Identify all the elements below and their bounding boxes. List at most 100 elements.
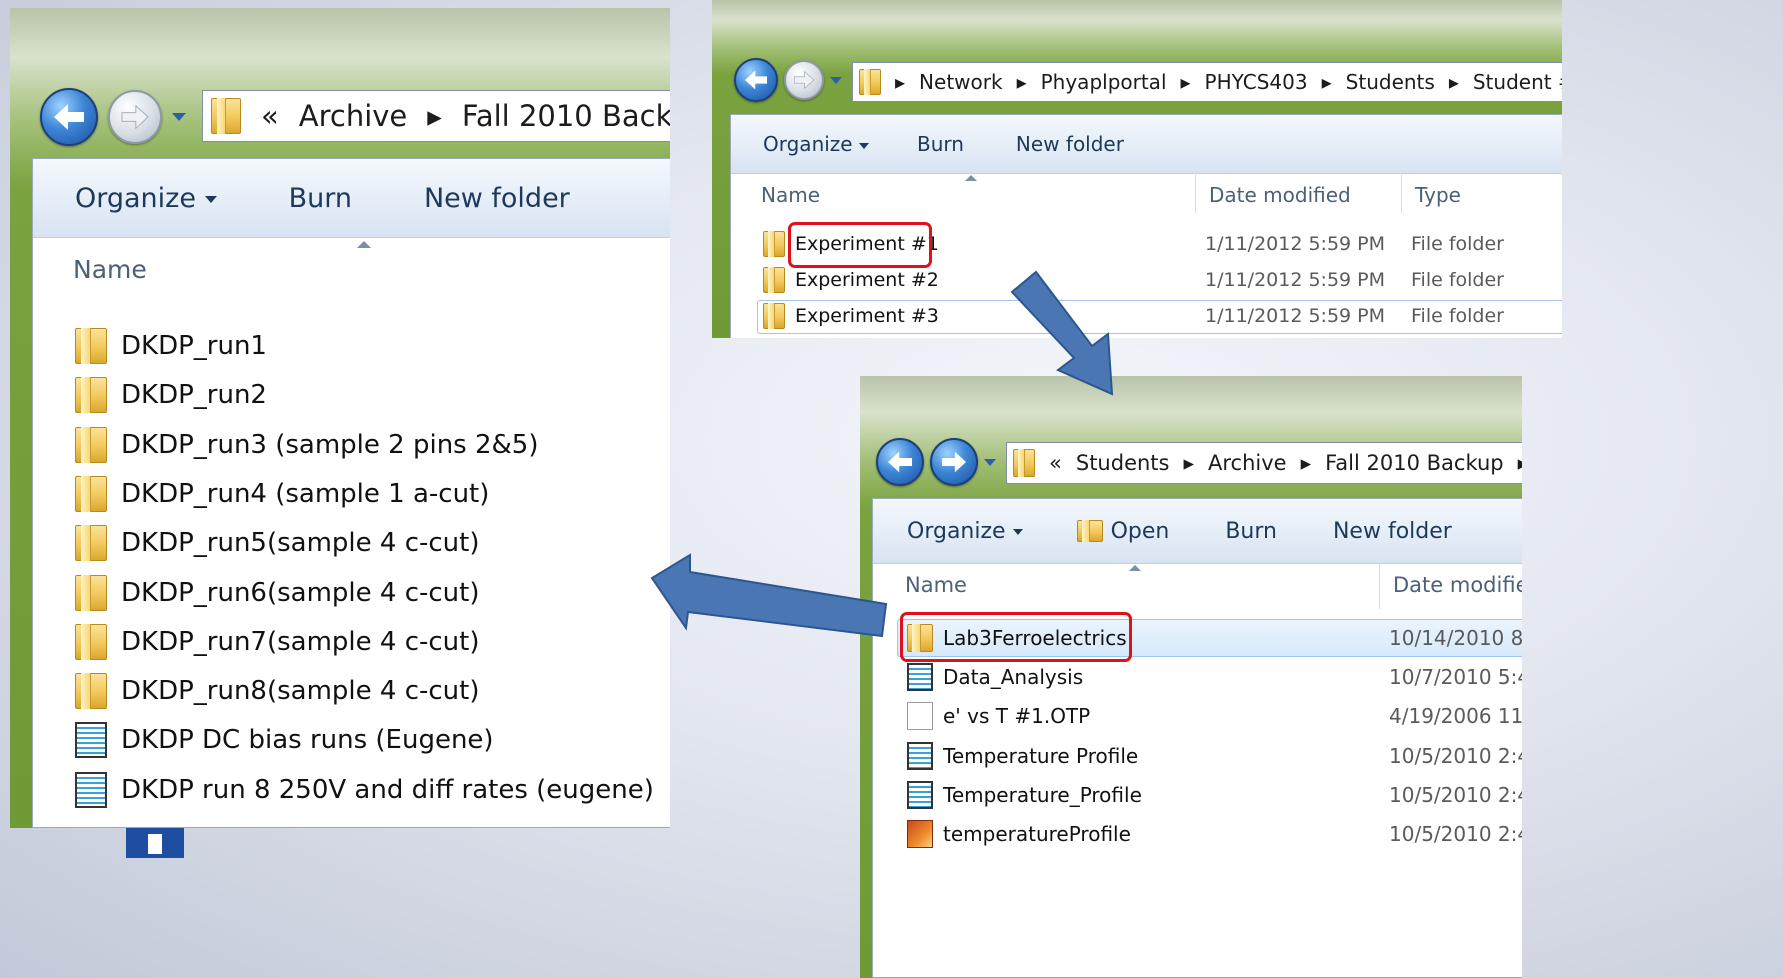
new-folder-button[interactable]: New folder bbox=[1333, 519, 1452, 544]
breadcrumb-fall-2010-backup[interactable]: Fall 2010 Backup bbox=[462, 99, 670, 133]
burn-button[interactable]: Burn bbox=[917, 132, 964, 156]
breadcrumb-students[interactable]: Students bbox=[1346, 70, 1435, 94]
list-item[interactable]: DKDP_run1 bbox=[33, 324, 670, 368]
list-item[interactable]: temperatureProfile 10/5/2010 2:4 bbox=[873, 815, 1522, 853]
address-bar[interactable]: « Students ▸ Archive ▸ Fall 2010 Backup … bbox=[1006, 442, 1522, 484]
list-item[interactable]: DKDP run 8 250V and diff rates (eugene) bbox=[33, 768, 670, 812]
data-file-icon bbox=[75, 722, 107, 759]
data-file-icon bbox=[907, 663, 933, 692]
breadcrumb-phycs403[interactable]: PHYCS403 bbox=[1205, 70, 1308, 94]
list-item[interactable]: Experiment #3 1/11/2012 5:59 PM File folde… bbox=[731, 299, 1562, 333]
item-name: Experiment #2 bbox=[795, 269, 939, 291]
item-type: File folder bbox=[1411, 233, 1504, 255]
folder-icon bbox=[763, 231, 785, 257]
list-item[interactable]: Temperature_Profile 10/5/2010 2:4 bbox=[873, 776, 1522, 814]
breadcrumb-overflow[interactable]: « bbox=[1049, 451, 1062, 475]
list-item[interactable]: DKDP_run8(sample 4 c-cut) bbox=[33, 669, 670, 713]
breadcrumb-separator-icon[interactable]: ▸ bbox=[427, 99, 442, 133]
breadcrumb-fall-2010-backup[interactable]: Fall 2010 Backup bbox=[1325, 451, 1503, 475]
item-name: DKDP_run4 (sample 1 a-cut) bbox=[121, 478, 490, 509]
list-item[interactable]: Data_Analysis 10/7/2010 5:4 bbox=[873, 658, 1522, 696]
list-item[interactable]: e' vs T #1.OTP 4/19/2006 11: bbox=[873, 697, 1522, 735]
item-name: DKDP_run5(sample 4 c-cut) bbox=[121, 528, 480, 559]
item-date-modified: 10/14/2010 8: bbox=[1389, 626, 1522, 650]
breadcrumb-separator-icon[interactable]: ▸ bbox=[1322, 70, 1332, 94]
list-item[interactable]: DKDP_run3 (sample 2 pins 2&5) bbox=[33, 423, 670, 467]
back-button[interactable] bbox=[734, 58, 778, 102]
column-divider[interactable] bbox=[1401, 173, 1402, 213]
item-name: DKDP_run1 bbox=[121, 331, 267, 361]
breadcrumb-archive[interactable]: Archive bbox=[299, 99, 408, 133]
folder-icon bbox=[75, 377, 107, 414]
arrow-left bbox=[650, 553, 888, 638]
item-name: Temperature_Profile bbox=[943, 782, 1142, 807]
item-type: File folder bbox=[1411, 305, 1504, 327]
breadcrumb-separator-icon[interactable]: ▸ bbox=[1518, 451, 1522, 475]
item-name: DKDP run 8 250V and diff rates (eugene) bbox=[121, 774, 654, 805]
organize-label: Organize bbox=[763, 132, 853, 156]
burn-button[interactable]: Burn bbox=[1225, 519, 1277, 544]
list-item[interactable]: Experiment #2 1/11/2012 5:59 PM File folde… bbox=[731, 263, 1562, 297]
breadcrumb-separator-icon[interactable]: ▸ bbox=[895, 70, 905, 94]
recent-pages-dropdown-icon[interactable] bbox=[830, 76, 842, 84]
breadcrumb-separator-icon[interactable]: ▸ bbox=[1301, 451, 1312, 475]
file-list-pane: Organize Open Burn New folder Name Date … bbox=[872, 498, 1522, 978]
forward-arrow-icon bbox=[121, 104, 149, 130]
column-divider[interactable] bbox=[1195, 173, 1196, 213]
sort-ascending-icon bbox=[357, 241, 371, 248]
folder-icon bbox=[75, 525, 107, 562]
organize-button[interactable]: Organize bbox=[907, 519, 1023, 544]
new-folder-button[interactable]: New folder bbox=[424, 183, 570, 214]
list-item[interactable]: DKDP_run7(sample 4 c-cut) bbox=[33, 620, 670, 664]
list-item[interactable]: DKDP DC bias runs (Eugene) bbox=[33, 718, 670, 762]
breadcrumb-separator-icon[interactable]: ▸ bbox=[1183, 451, 1194, 475]
list-item[interactable]: Temperature Profile 10/5/2010 2:4 bbox=[873, 737, 1522, 775]
item-name: DKDP_run2 bbox=[121, 380, 267, 411]
list-item[interactable]: DKDP_run5(sample 4 c-cut) bbox=[33, 521, 670, 565]
list-item[interactable]: DKDP_run2 bbox=[33, 373, 670, 417]
breadcrumb-separator-icon[interactable]: ▸ bbox=[1449, 70, 1459, 94]
recent-pages-dropdown-icon[interactable] bbox=[984, 458, 996, 466]
breadcrumb-student-1[interactable]: Student #1 bbox=[1473, 70, 1562, 94]
recent-pages-dropdown-icon[interactable] bbox=[172, 113, 186, 121]
explorer-window-fall-2010-backup: « Archive ▸ Fall 2010 Backup ▸ Organize … bbox=[10, 8, 670, 828]
burn-button[interactable]: Burn bbox=[289, 183, 352, 214]
new-folder-button[interactable]: New folder bbox=[1016, 132, 1124, 156]
forward-arrow-icon bbox=[942, 451, 966, 473]
breadcrumb-network[interactable]: Network bbox=[919, 70, 1003, 94]
organize-button[interactable]: Organize bbox=[763, 132, 869, 156]
column-header-type[interactable]: Type bbox=[1415, 183, 1461, 207]
forward-button[interactable] bbox=[784, 60, 824, 100]
organize-button[interactable]: Organize bbox=[75, 183, 217, 214]
column-header-date-modified[interactable]: Date modifie bbox=[1393, 573, 1522, 597]
back-arrow-icon bbox=[54, 104, 84, 130]
item-date-modified: 4/19/2006 11: bbox=[1389, 704, 1522, 729]
item-name: DKDP_run8(sample 4 c-cut) bbox=[121, 676, 480, 707]
forward-button[interactable] bbox=[108, 90, 162, 144]
breadcrumb-archive[interactable]: Archive bbox=[1208, 451, 1287, 475]
university-logo bbox=[126, 828, 184, 858]
folder-icon bbox=[763, 303, 785, 329]
open-button[interactable]: Open bbox=[1076, 519, 1169, 544]
folder-icon bbox=[763, 267, 785, 293]
back-button[interactable] bbox=[40, 88, 98, 146]
data-file-icon bbox=[75, 771, 107, 808]
breadcrumb-separator-icon[interactable]: ▸ bbox=[1017, 70, 1027, 94]
breadcrumb-overflow[interactable]: « bbox=[261, 99, 279, 133]
forward-button[interactable] bbox=[930, 438, 978, 486]
column-divider[interactable] bbox=[1379, 563, 1380, 609]
command-bar: Organize Burn New folder bbox=[33, 159, 670, 238]
item-type: File folder bbox=[1411, 269, 1504, 291]
list-item[interactable]: DKDP_run4 (sample 1 a-cut) bbox=[33, 472, 670, 516]
column-header-name[interactable]: Name bbox=[73, 255, 670, 284]
address-bar[interactable]: « Archive ▸ Fall 2010 Backup ▸ bbox=[202, 90, 670, 142]
folder-icon bbox=[75, 328, 107, 364]
address-bar[interactable]: ▸ Network ▸ Phyaplportal ▸ PHYCS403 ▸ St… bbox=[852, 62, 1562, 102]
column-header-date-modified[interactable]: Date modified bbox=[1209, 183, 1351, 207]
breadcrumb-separator-icon[interactable]: ▸ bbox=[1181, 70, 1191, 94]
back-button[interactable] bbox=[876, 438, 924, 486]
list-item[interactable]: DKDP_run6(sample 4 c-cut) bbox=[33, 571, 670, 615]
breadcrumb-phyaplportal[interactable]: Phyaplportal bbox=[1041, 70, 1167, 94]
organize-label: Organize bbox=[907, 518, 1006, 544]
breadcrumb-students[interactable]: Students bbox=[1076, 451, 1170, 475]
